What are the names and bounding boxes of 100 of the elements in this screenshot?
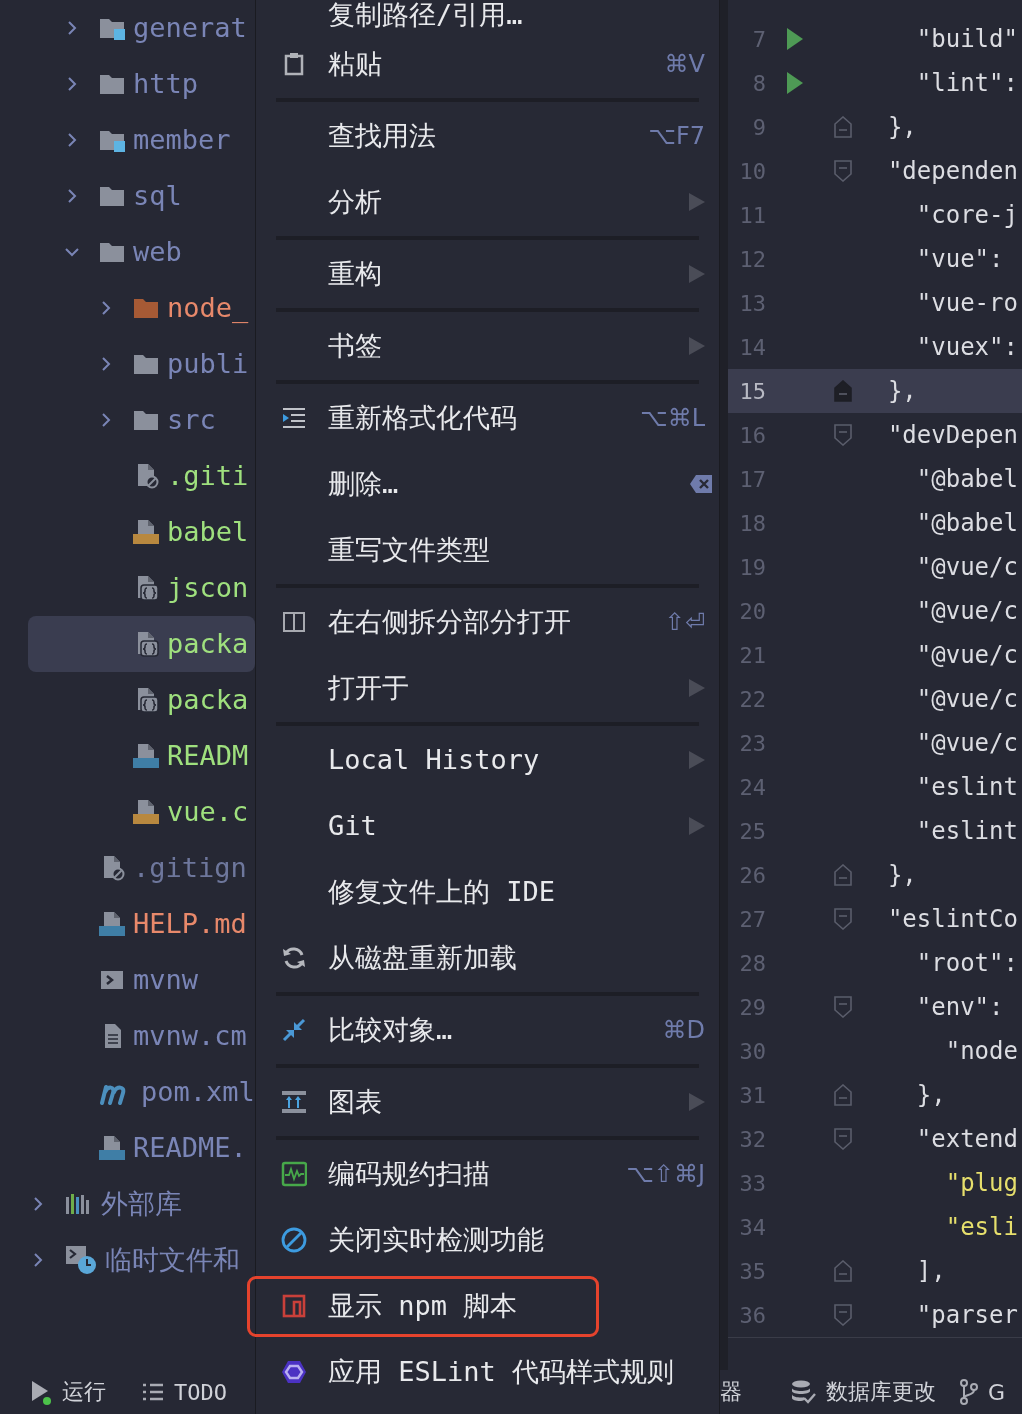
- shortcut-label: ⌘D: [662, 1016, 705, 1044]
- line-number: 8: [751, 70, 766, 96]
- menu-item[interactable]: 图表: [256, 1069, 719, 1135]
- folder-icon: [99, 72, 125, 96]
- line-number: 29: [738, 994, 766, 1020]
- shortcut-label: ⌥F7: [648, 122, 705, 150]
- shortcut-label: ⌥⌘L: [639, 404, 705, 432]
- menu-item[interactable]: 查找用法 ⌥F7: [256, 103, 719, 169]
- module-folder-icon: [99, 16, 125, 40]
- tree-item[interactable]: pom.xml: [28, 1064, 255, 1120]
- tree-item[interactable]: HELP.md: [28, 896, 255, 952]
- tree-item[interactable]: vue.c: [28, 784, 255, 840]
- line-number: 30: [738, 1038, 766, 1064]
- line-number: 13: [738, 290, 766, 316]
- shortcut-label: ⇧⏎: [664, 608, 705, 636]
- tree-item[interactable]: jscon: [28, 560, 255, 616]
- menu-item[interactable]: 编码规约扫描 ⌥⇧⌘J: [256, 1141, 719, 1207]
- list-icon: [142, 1383, 164, 1401]
- menu-item[interactable]: 从磁盘重新加载: [256, 925, 719, 991]
- code-line: "plug: [944, 1169, 1019, 1197]
- code-line: "@babel: [915, 465, 1019, 493]
- menu-item[interactable]: 在右侧拆分部分打开 ⇧⏎: [256, 589, 719, 655]
- code-line: "core-j: [915, 201, 1019, 229]
- tree-item[interactable]: .giti: [28, 448, 255, 504]
- code-line: "@vue/c: [915, 597, 1019, 625]
- folder-icon: [133, 352, 159, 376]
- diagram-icon: [281, 1089, 307, 1115]
- tree-item[interactable]: src: [28, 392, 255, 448]
- line-number: 19: [738, 554, 766, 580]
- menu-item[interactable]: 打开于: [256, 655, 719, 721]
- code-line: "vue-ro: [915, 289, 1019, 317]
- menu-item[interactable]: 比较对象… ⌘D: [256, 997, 719, 1063]
- scratch-file-icon: [65, 1245, 97, 1275]
- status-bar-button[interactable]: 运行: [30, 1377, 106, 1407]
- code-line: "@babel: [915, 509, 1019, 537]
- tree-item[interactable]: generat: [28, 0, 255, 56]
- tree-item[interactable]: READM: [28, 728, 255, 784]
- code-line: "root":: [915, 949, 1019, 977]
- status-bar-button[interactable]: 器: [720, 1377, 742, 1407]
- tree-item[interactable]: node_: [28, 280, 255, 336]
- tree-item[interactable]: 外部库: [28, 1176, 255, 1232]
- shortcut-label: ⌥⇧⌘J: [626, 1160, 705, 1188]
- file-icon: [99, 911, 125, 937]
- tree-item[interactable]: sql: [28, 168, 255, 224]
- menu-item[interactable]: 分析: [256, 169, 719, 235]
- tree-item[interactable]: babel: [28, 504, 255, 560]
- hexagon-icon: [281, 1359, 307, 1385]
- status-bar-button[interactable]: TODO: [142, 1379, 227, 1405]
- line-number: 10: [738, 158, 766, 184]
- tree-item[interactable]: publi: [28, 336, 255, 392]
- database-icon: [790, 1379, 816, 1405]
- tree-item[interactable]: http: [28, 56, 255, 112]
- menu-item[interactable]: 关闭实时检测功能: [256, 1207, 719, 1273]
- menu-item[interactable]: 重构: [256, 241, 719, 307]
- tree-item[interactable]: packa: [28, 616, 255, 672]
- code-line: "eslintCo: [886, 905, 1019, 933]
- code-line: ],: [915, 1257, 947, 1285]
- code-line: "vue":: [915, 245, 1005, 273]
- reformat-icon: [281, 405, 307, 431]
- code-line: },: [915, 1081, 947, 1109]
- square-icon: [281, 1293, 307, 1319]
- code-line: "node: [944, 1037, 1019, 1065]
- folder-icon: [99, 240, 125, 264]
- line-number: 20: [738, 598, 766, 624]
- tree-item[interactable]: member: [28, 112, 255, 168]
- status-bar-button[interactable]: G: [960, 1379, 1006, 1405]
- menu-item[interactable]: 粘贴 ⌘V: [256, 31, 719, 97]
- line-number: 31: [738, 1082, 766, 1108]
- line-number: 24: [738, 774, 766, 800]
- code-line: "extend: [915, 1125, 1019, 1153]
- line-number: 26: [738, 862, 766, 888]
- menu-item[interactable]: 复制路径/引用…: [256, 0, 719, 31]
- tree-item[interactable]: README.: [28, 1120, 255, 1176]
- menu-item[interactable]: 重写文件类型: [256, 517, 719, 583]
- line-number: 21: [738, 642, 766, 668]
- tree-item[interactable]: 临时文件和: [28, 1232, 255, 1288]
- shortcut-label: ⌘V: [664, 50, 705, 78]
- menu-item[interactable]: Git: [256, 793, 719, 859]
- menu-item[interactable]: 修复文件上的 IDE: [256, 859, 719, 925]
- tree-item[interactable]: mvnw.cm: [28, 1008, 255, 1064]
- code-line: "dependen: [886, 157, 1019, 185]
- code-line: "eslint: [915, 773, 1019, 801]
- code-line: "@vue/c: [915, 641, 1019, 669]
- folder-icon: [133, 408, 159, 432]
- split-view-icon: [281, 609, 307, 635]
- line-number: 9: [751, 114, 766, 140]
- line-number: 15: [738, 378, 766, 404]
- line-number: 14: [738, 334, 766, 360]
- tree-item[interactable]: web: [28, 224, 255, 280]
- menu-item[interactable]: 重新格式化代码 ⌥⌘L: [256, 385, 719, 451]
- tree-item[interactable]: mvnw: [28, 952, 255, 1008]
- tree-item[interactable]: packa: [28, 672, 255, 728]
- menu-item[interactable]: 删除…: [256, 451, 719, 517]
- menu-item[interactable]: 显示 npm 脚本: [256, 1273, 719, 1339]
- code-line: "devDepen: [886, 421, 1019, 449]
- status-bar-button[interactable]: 数据库更改: [790, 1377, 936, 1407]
- folder-icon: [133, 296, 159, 320]
- menu-item[interactable]: Local History: [256, 727, 719, 793]
- menu-item[interactable]: 书签: [256, 313, 719, 379]
- menu-item[interactable]: 应用 ESLint 代码样式规则: [256, 1339, 719, 1405]
